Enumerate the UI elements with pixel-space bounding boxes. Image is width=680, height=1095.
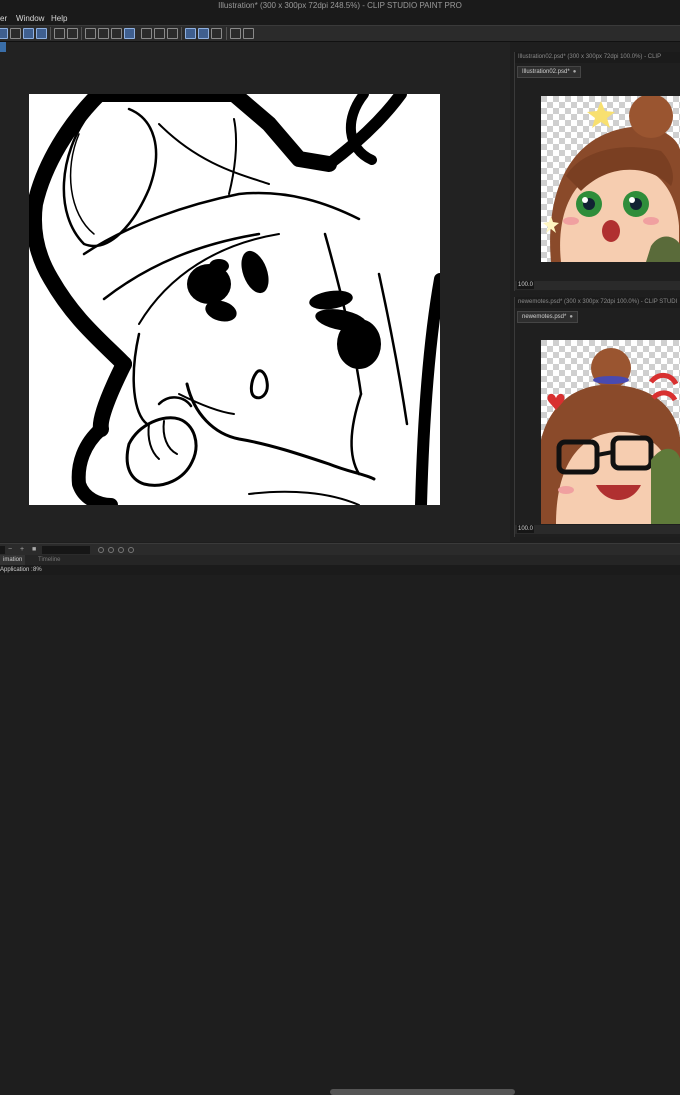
toolbar-separator [81, 27, 82, 40]
fill-icon[interactable] [111, 28, 122, 39]
3d-icon[interactable] [230, 28, 241, 39]
application-label: Application : [0, 567, 33, 573]
document-tab-label: newemotes.psd* [522, 314, 567, 320]
close-icon[interactable]: ● [569, 314, 573, 320]
sub-window-status: 100.0 [515, 281, 680, 290]
canvas-illustration[interactable] [29, 94, 440, 505]
sub-window-newemotes[interactable]: newemotes.psd* (300 x 300px 72dpi 100.0%… [514, 297, 680, 537]
menu-item-window[interactable]: Window [16, 12, 44, 25]
toolbar-separator [181, 27, 182, 40]
toolbar-separator [226, 27, 227, 40]
bottom-panel-tabs: imation Timeline [0, 555, 680, 565]
rotate-left-icon[interactable] [98, 547, 104, 553]
application-value: 8% [33, 567, 42, 573]
window-title: Illustration* (300 x 300px 72dpi 248.5%)… [0, 0, 680, 12]
save-icon[interactable] [23, 28, 34, 39]
transform-icon[interactable] [141, 28, 152, 39]
snap-ruler-icon[interactable] [198, 28, 209, 39]
new-icon[interactable] [0, 28, 8, 39]
select-icon[interactable] [124, 28, 135, 39]
document-tab-label: Illustration02.psd* [522, 69, 570, 75]
panel-marker [0, 42, 6, 52]
help-icon[interactable] [243, 28, 254, 39]
snap-grid-icon[interactable] [211, 28, 222, 39]
document-tab[interactable]: Illustration02.psd* ● [517, 66, 582, 78]
toolbar-separator [50, 27, 51, 40]
flip-icon[interactable] [128, 547, 134, 553]
document-tab[interactable]: newemotes.psd* ● [517, 311, 578, 323]
tab-timeline[interactable]: Timeline [38, 555, 60, 565]
snap-line-icon[interactable] [185, 28, 196, 39]
reset-rotation-icon[interactable] [118, 547, 124, 553]
bottom-info-bar: Application : 8% [0, 565, 680, 575]
tab-animation[interactable]: imation [0, 555, 26, 565]
newemotes-image [541, 340, 680, 524]
angle-field[interactable] [42, 546, 90, 554]
menu-item-help[interactable]: Help [51, 12, 67, 25]
sub-window-title: Illustration02.psd* (300 x 300px 72dpi 1… [515, 52, 680, 63]
quick-access-icon[interactable] [36, 28, 47, 39]
menu-item-filter[interactable]: er [0, 12, 7, 25]
deselect-icon[interactable] [167, 28, 178, 39]
newemotes-preview [541, 340, 680, 524]
zoom-field[interactable]: 100.0 [517, 281, 534, 289]
zoom-field[interactable]: 100.0 [517, 525, 534, 533]
menu-bar: er Window Help [0, 12, 680, 25]
settings-icon[interactable] [85, 28, 96, 39]
lineart-drawing [29, 94, 440, 505]
horizontal-scrollbar[interactable] [330, 1089, 515, 1095]
sub-window-status: 100.0 [515, 525, 680, 534]
command-bar [0, 25, 680, 42]
redo-icon[interactable] [67, 28, 78, 39]
undo-icon[interactable] [54, 28, 65, 39]
clear-icon[interactable] [98, 28, 109, 39]
illustration02-image [541, 96, 680, 262]
zoom-field[interactable] [0, 546, 5, 554]
sub-window-illustration02[interactable]: Illustration02.psd* (300 x 300px 72dpi 1… [514, 52, 680, 291]
crop-icon[interactable] [154, 28, 165, 39]
sub-window-title: newemotes.psd* (300 x 300px 72dpi 100.0%… [515, 297, 680, 308]
illustration02-preview [541, 96, 680, 262]
rotate-right-icon[interactable] [108, 547, 114, 553]
close-icon[interactable]: ● [573, 69, 577, 75]
open-icon[interactable] [10, 28, 21, 39]
